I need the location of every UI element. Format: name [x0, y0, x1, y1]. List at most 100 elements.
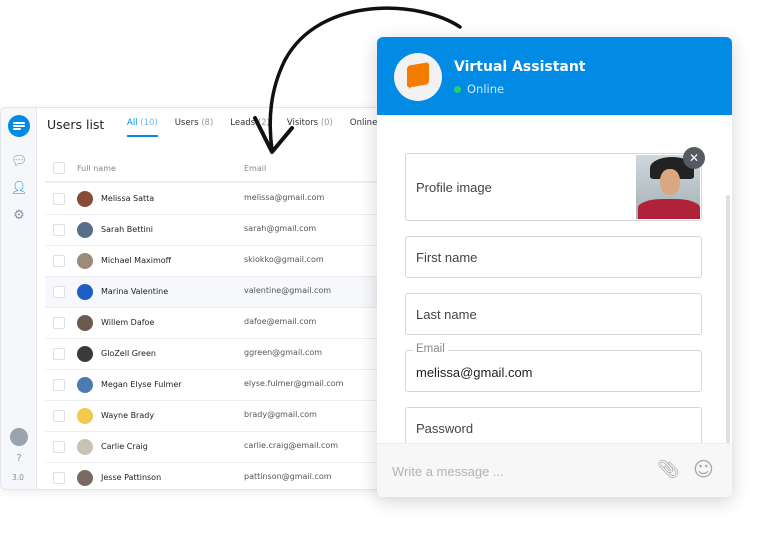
row-checkbox[interactable] [53, 379, 65, 391]
user-name: Sarah Bettini [101, 225, 153, 234]
chat-composer: Write a message ... 📎︎ ☺ [377, 443, 732, 497]
tab-label: Online [349, 118, 378, 128]
table-row[interactable]: Willem Dafoe dafoe@email.com [45, 308, 399, 339]
avatar [77, 315, 93, 331]
tab-visitors[interactable]: Visitors (0) [287, 118, 333, 137]
user-name: Carlie Craig [101, 442, 148, 451]
bot-avatar [394, 53, 442, 101]
user-name: Willem Dafoe [101, 318, 155, 327]
profile-image-label: Profile image [416, 180, 492, 195]
user-name: Michael Maximoff [101, 256, 172, 265]
user-email: sarah@gmail.com [244, 224, 317, 233]
avatar [77, 222, 93, 238]
table-row[interactable]: Carlie Craig carlie.craig@email.com [45, 432, 399, 463]
user-email: melissa@gmail.com [244, 193, 325, 202]
avatar [77, 191, 93, 207]
row-checkbox[interactable] [53, 472, 65, 484]
table-row[interactable]: Melissa Satta melissa@gmail.com [45, 184, 399, 215]
avatar [77, 253, 93, 269]
remove-image-close-icon[interactable]: ✕ [683, 147, 705, 169]
user-email: pattinson@gmail.com [244, 472, 332, 481]
row-checkbox[interactable] [53, 348, 65, 360]
avatar [77, 439, 93, 455]
first-name-input[interactable]: First name [405, 236, 702, 278]
tab-count: (8) [201, 118, 214, 128]
users-list-panel: 💬︎ 👤︎ ⚙ ? 3.0 Users list All (10) Users (… [0, 107, 400, 490]
first-name-placeholder: First name [416, 250, 478, 265]
online-dot-icon [454, 86, 461, 93]
tab-leads[interactable]: Leads (2) [230, 118, 270, 137]
table-row[interactable]: GloZell Green ggreen@gmail.com [45, 339, 399, 370]
email-input[interactable]: Email melissa@gmail.com [405, 343, 702, 392]
avatar [77, 470, 93, 486]
email-label: Email [413, 343, 448, 355]
table-row[interactable]: Wayne Brady brady@gmail.com [45, 401, 399, 432]
help-icon[interactable]: ? [10, 450, 28, 468]
row-checkbox[interactable] [53, 224, 65, 236]
password-placeholder: Password [416, 421, 474, 436]
tab-label: All [127, 118, 138, 128]
paperclip-icon[interactable]: 📎︎ [657, 459, 680, 480]
conversations-icon[interactable]: 💬︎ [10, 153, 28, 171]
app-logo-icon [8, 115, 30, 137]
chat-header: Virtual Assistant Online [377, 37, 732, 115]
email-value: melissa@gmail.com [416, 365, 533, 380]
last-name-input[interactable]: Last name [405, 293, 702, 335]
user-email: ggreen@gmail.com [244, 348, 323, 357]
column-email: Email [244, 164, 267, 173]
row-checkbox[interactable] [53, 286, 65, 298]
table-row[interactable]: Marina Valentine valentine@gmail.com [45, 277, 399, 308]
tab-count: (2) [257, 118, 270, 128]
agent-avatar[interactable] [10, 428, 28, 446]
row-checkbox[interactable] [53, 255, 65, 267]
tab-count: (0) [320, 118, 333, 128]
avatar [77, 377, 93, 393]
column-full-name: Full name [77, 164, 116, 173]
settings-icon[interactable]: ⚙ [10, 207, 28, 225]
agent-status: Online [454, 82, 504, 96]
tab-count: (10) [140, 118, 158, 128]
filter-tabs: All (10) Users (8) Leads (2) Visitors (0) On… [127, 118, 399, 137]
row-checkbox[interactable] [53, 317, 65, 329]
table-row[interactable]: Megan Elyse Fulmer elyse.fulmer@gmail.com [45, 370, 399, 401]
users-icon[interactable]: 👤︎ [10, 180, 28, 198]
password-input[interactable]: Password [405, 407, 702, 443]
row-checkbox[interactable] [53, 441, 65, 453]
users-table: Melissa Satta melissa@gmail.com Sarah Bett… [45, 184, 399, 489]
avatar [77, 284, 93, 300]
table-header: Full name Email [45, 156, 399, 183]
table-row[interactable]: Jesse Pattinson pattinson@gmail.com [45, 463, 399, 489]
table-row[interactable]: Sarah Bettini sarah@gmail.com [45, 215, 399, 246]
chat-window: Virtual Assistant Online Profile image F… [377, 37, 732, 497]
scrollbar[interactable] [726, 195, 730, 443]
row-checkbox[interactable] [53, 193, 65, 205]
message-input[interactable]: Write a message ... [392, 464, 504, 479]
avatar [77, 408, 93, 424]
status-text: Online [467, 82, 505, 96]
tab-all[interactable]: All (10) [127, 118, 158, 137]
sidebar: 💬︎ 👤︎ ⚙ ? 3.0 [1, 108, 37, 489]
row-checkbox[interactable] [53, 410, 65, 422]
page-title: Users list [47, 117, 105, 132]
tab-label: Users [174, 118, 199, 128]
tab-label: Visitors [286, 118, 319, 128]
user-name: Melissa Satta [101, 194, 155, 203]
last-name-placeholder: Last name [416, 307, 477, 322]
avatar [77, 346, 93, 362]
user-email: skiokko@gmail.com [244, 255, 324, 264]
user-email: valentine@gmail.com [244, 286, 332, 295]
smiley-icon[interactable]: ☺ [693, 457, 714, 481]
select-all-checkbox[interactable] [53, 162, 65, 174]
user-name: Wayne Brady [101, 411, 155, 420]
profile-image-field[interactable]: Profile image [405, 153, 702, 221]
version-label: 3.0 [12, 473, 24, 482]
tab-label: Leads [230, 118, 256, 128]
tab-online[interactable]: Online [350, 118, 377, 137]
registration-form: Profile image First name Last name Email… [377, 115, 732, 443]
agent-name: Virtual Assistant [454, 59, 586, 75]
user-name: Jesse Pattinson [101, 473, 162, 482]
user-email: carlie.craig@email.com [244, 441, 339, 450]
user-name: GloZell Green [101, 349, 156, 358]
table-row[interactable]: Michael Maximoff skiokko@gmail.com [45, 246, 399, 277]
tab-users[interactable]: Users (8) [175, 118, 214, 137]
